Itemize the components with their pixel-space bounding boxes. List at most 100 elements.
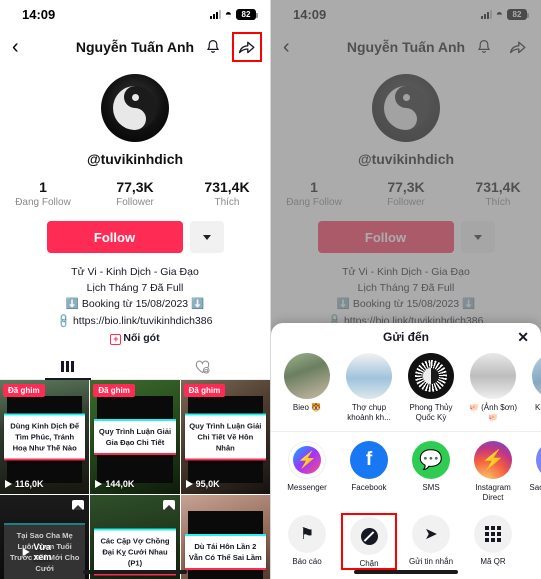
friend-name: Kho Si Bao Ngoc xyxy=(534,403,541,412)
tool-report[interactable]: ⚑ Báo cáo xyxy=(281,515,333,568)
share-sheet-header: Gửi đến ✕ xyxy=(271,323,541,351)
video-cell[interactable]: Đã ghim Quy Trình Luận Giải Gia Đạo Chi … xyxy=(90,380,180,495)
bio-link-row[interactable]: 🔗 https://bio.link/tuvikinhdich386 xyxy=(0,313,270,330)
video-title: Các Cặp Vợ Chồng Đại Kỵ Cưới Nhau (P1) xyxy=(94,528,176,576)
video-cell[interactable]: Đã ghim Dùng Kinh Dịch Để Tìm Phúc, Trán… xyxy=(0,380,90,495)
stat-value: 731,4K xyxy=(204,179,250,195)
tool-qr-code[interactable]: Mã QR xyxy=(467,515,519,568)
chevron-down-icon xyxy=(202,234,211,240)
back-button[interactable]: ‹ xyxy=(12,37,34,57)
share-app-copy-link[interactable]: 🔗 Sao chép Liên kết xyxy=(529,441,541,503)
flag-icon: ⚑ xyxy=(288,515,326,553)
friend-avatar xyxy=(470,353,516,399)
video-title: Dù Tái Hôn Lần 2 Vẫn Có Thể Sai Lầm xyxy=(184,534,266,571)
friends-row[interactable]: Bieo 🐯 Thợ chụp khoảnh kh... Phong Thủy … xyxy=(271,351,541,432)
stat-label: Thích xyxy=(214,197,240,208)
stat-label: Đang Follow xyxy=(15,197,71,208)
app-label: Sao chép Liên kết xyxy=(529,483,541,492)
home-indicator xyxy=(83,570,187,574)
yin-yang-icon xyxy=(113,86,157,130)
stat-following[interactable]: 1 Đang Follow xyxy=(10,179,76,208)
friend-item[interactable]: Phong Thủy Quốc Kỳ xyxy=(405,353,457,423)
paper-plane-icon: ➤ xyxy=(412,515,450,553)
tool-label: Mã QR xyxy=(480,557,506,566)
messenger-icon: ⚡ xyxy=(288,441,326,479)
tool-label: Chặn xyxy=(359,559,379,568)
nerve-label: Nối gót xyxy=(123,332,160,345)
video-cell[interactable]: Tại Sao Cha Mẹ Luôn Xem Tuổi Trước Rồi M… xyxy=(0,495,90,579)
video-title: Quy Trình Luận Giải Chi Tiết Về Hôn Nhân xyxy=(184,413,266,461)
pinned-badge: Đã ghim xyxy=(3,384,45,398)
link-chain-icon: 🔗 xyxy=(536,441,541,479)
share-sheet: Gửi đến ✕ Bieo 🐯 Thợ chụp khoảnh kh... P… xyxy=(271,323,541,579)
locked-heart-icon xyxy=(195,360,210,374)
grid-columns-icon xyxy=(61,361,74,373)
tool-block[interactable]: Chặn xyxy=(341,513,397,570)
share-tools-row[interactable]: ⚑ Báo cáo Chặn ➤ Gửi tin nhắn Mã QR xyxy=(271,509,541,570)
share-app-messenger[interactable]: ⚡ Messenger xyxy=(281,441,333,503)
follow-button[interactable]: Follow xyxy=(46,221,183,253)
pinned-badge: Đã ghim xyxy=(93,384,135,398)
tab-videos[interactable] xyxy=(0,354,135,379)
video-cell[interactable]: Dù Tái Hôn Lần 2 Vẫn Có Thể Sai Lầm xyxy=(180,495,270,579)
friend-avatar xyxy=(408,353,454,399)
tool-label: Gửi tin nhắn xyxy=(408,557,454,566)
watched-badge: Vừa xem xyxy=(22,542,67,562)
cellular-signal-icon xyxy=(209,9,221,19)
profile-header: @tuvikinhdich 1 Đang Follow 77,3K Follow… xyxy=(0,66,270,346)
close-x-icon[interactable]: ✕ xyxy=(517,330,529,344)
friend-item[interactable]: Bieo 🐯 xyxy=(281,353,333,423)
friend-item[interactable]: 🐖 (Ảnh $ơn) 🐖 xyxy=(467,353,519,423)
friend-name: Phong Thủy Quốc Kỳ xyxy=(409,403,453,422)
bio-line-3: ⬇️ Booking từ 15/08/2023 ⬇️ xyxy=(65,297,205,310)
share-app-sms[interactable]: 💬 SMS xyxy=(405,441,457,503)
video-grid: Đã ghim Dùng Kinh Dịch Để Tìm Phúc, Trán… xyxy=(0,380,270,579)
friend-name: 🐖 (Ảnh $ơn) 🐖 xyxy=(468,403,518,422)
play-icon xyxy=(22,548,30,557)
bio-line-2: Lịch Tháng 7 Đã Full xyxy=(86,281,184,294)
wifi-icon: ◓ xyxy=(224,7,232,21)
video-cell[interactable]: Đã ghim Quy Trình Luận Giải Chi Tiết Về … xyxy=(180,380,270,495)
share-apps-row[interactable]: ⚡ Messenger f Facebook 💬 SMS ⚡ Instagram… xyxy=(271,432,541,509)
play-icon xyxy=(5,480,12,489)
home-indicator xyxy=(354,570,458,574)
stat-followers[interactable]: 77,3K Follower xyxy=(102,179,168,208)
share-app-facebook[interactable]: f Facebook xyxy=(343,441,395,503)
profile-stats: 1 Đang Follow 77,3K Follower 731,4K Thíc… xyxy=(0,179,270,208)
app-label: Messenger xyxy=(287,483,327,492)
stat-value: 77,3K xyxy=(116,179,154,195)
status-bar: 14:09 ◓ 82 xyxy=(0,0,270,28)
nav-bar: ‹ Nguyễn Tuấn Anh xyxy=(0,28,270,66)
bio-link-text: https://bio.link/tuvikinhdich386 xyxy=(72,315,213,328)
qr-code-icon xyxy=(474,515,512,553)
friend-avatar xyxy=(532,353,541,399)
stat-label: Follower xyxy=(116,197,154,208)
video-views: 144,0K xyxy=(95,479,134,489)
stat-value: 1 xyxy=(39,179,47,195)
friend-item[interactable]: Thợ chụp khoảnh kh... xyxy=(343,353,395,423)
plus-box-icon: + xyxy=(110,334,122,346)
block-icon xyxy=(350,517,388,555)
share-arrow-icon[interactable] xyxy=(232,32,262,62)
play-icon xyxy=(185,480,193,489)
video-cell[interactable]: Các Cặp Vợ Chồng Đại Kỵ Cưới Nhau (P1) xyxy=(90,495,180,579)
profile-tabs xyxy=(0,354,270,381)
video-views: 95,0K xyxy=(185,479,220,489)
avatar[interactable] xyxy=(101,74,169,142)
app-label: Instagram Direct xyxy=(475,483,511,502)
bio-line-1: Tử Vi - Kinh Dịch - Gia Đạo xyxy=(71,266,199,278)
profile-more-button[interactable] xyxy=(189,221,224,253)
play-icon xyxy=(95,480,103,489)
profile-handle: @tuvikinhdich xyxy=(86,151,184,167)
video-title: Quy Trình Luận Giải Gia Đạo Chi Tiết xyxy=(94,419,176,456)
stat-likes[interactable]: 731,4K Thích xyxy=(194,179,260,208)
photo-carousel-icon xyxy=(72,500,85,511)
right-screen: 14:09 ◓ 82 ‹ Nguyễn Tuấn Anh xyxy=(271,0,541,579)
friend-item[interactable]: Kho Si Bao Ngoc xyxy=(529,353,541,423)
friend-avatar xyxy=(284,353,330,399)
nerve-row[interactable]: +Nối gót xyxy=(0,332,270,346)
tab-liked[interactable] xyxy=(135,354,270,379)
bell-icon[interactable] xyxy=(202,36,224,58)
tool-send-message[interactable]: ➤ Gửi tin nhắn xyxy=(405,515,457,568)
share-app-instagram[interactable]: ⚡ Instagram Direct xyxy=(467,441,519,503)
